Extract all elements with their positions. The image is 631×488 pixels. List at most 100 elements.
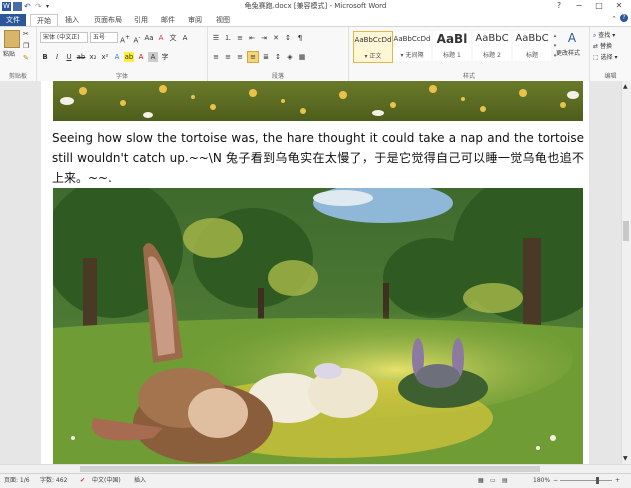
copy-icon[interactable]: ❐ bbox=[23, 42, 29, 50]
select-icon: ⬚ bbox=[593, 54, 599, 61]
tab-references[interactable]: 引用 bbox=[128, 14, 154, 26]
hscroll-thumb[interactable] bbox=[80, 466, 540, 472]
align-left-icon[interactable]: ≡ bbox=[211, 52, 221, 62]
style-heading-2-label: 标题 2 bbox=[483, 52, 501, 59]
tab-view[interactable]: 视图 bbox=[210, 14, 236, 26]
clipboard-group: 粘贴 ✂ ❐ ✎ 剪贴板 bbox=[0, 27, 37, 81]
shrink-font-icon[interactable]: A- bbox=[132, 33, 142, 44]
insert-mode[interactable]: 插入 bbox=[134, 474, 146, 487]
zoom-out-icon[interactable]: − bbox=[553, 474, 558, 487]
show-marks-icon[interactable]: ¶ bbox=[295, 33, 305, 43]
close-button[interactable]: ✕ bbox=[609, 0, 629, 11]
style-no-spacing-label: ▾ 无间隔 bbox=[400, 52, 424, 59]
minimize-button[interactable]: − bbox=[569, 0, 589, 11]
story-paragraph[interactable]: Seeing how slow the tortoise was, the ha… bbox=[52, 128, 584, 188]
style-heading-2-preview: AaBbC bbox=[475, 33, 509, 44]
phonetic-guide-icon[interactable]: 文 bbox=[168, 33, 178, 43]
chinese-layout-icon[interactable]: ✕ bbox=[271, 33, 281, 43]
bold-icon[interactable]: B bbox=[40, 52, 50, 62]
strikethrough-icon[interactable]: ab bbox=[76, 52, 86, 62]
style-heading-2[interactable]: AaBbC 标题 2 bbox=[473, 31, 511, 61]
increase-indent-icon[interactable]: ⇥ bbox=[259, 33, 269, 43]
style-no-spacing-preview: AaBbCcDd bbox=[393, 35, 431, 43]
tab-page-layout[interactable]: 页面布局 bbox=[88, 14, 128, 26]
style-heading-1[interactable]: AaBl 标题 1 bbox=[433, 31, 471, 61]
style-no-spacing[interactable]: AaBbCcDd ▾ 无间隔 bbox=[393, 31, 431, 61]
underline-icon[interactable]: U bbox=[64, 52, 74, 62]
word-count[interactable]: 字数: 462 bbox=[40, 474, 67, 487]
styles-group-label: 样式 bbox=[462, 73, 475, 80]
grow-font-icon[interactable]: A+ bbox=[120, 33, 130, 44]
help-icon[interactable]: ? bbox=[620, 14, 628, 22]
font-size-select[interactable]: 五号 bbox=[90, 32, 118, 43]
zoom-slider[interactable] bbox=[560, 480, 612, 481]
print-layout-icon[interactable]: ▦ bbox=[478, 474, 484, 487]
language-indicator[interactable]: 中文(中国) bbox=[92, 474, 121, 487]
tab-review[interactable]: 审阅 bbox=[182, 14, 208, 26]
decrease-indent-icon[interactable]: ⇤ bbox=[247, 33, 257, 43]
sort-icon[interactable]: ↕ bbox=[283, 33, 293, 43]
distributed-icon[interactable]: ≣ bbox=[261, 52, 271, 62]
style-title[interactable]: AaBbC 标题 bbox=[513, 31, 551, 61]
editing-group: ⌕ 查找 ▾ ⇄ 替换 ⬚ 选择 ▾ 编辑 bbox=[590, 27, 631, 81]
borders-icon[interactable]: ▦ bbox=[297, 52, 307, 62]
style-title-preview: AaBbC bbox=[515, 33, 549, 44]
font-name-select[interactable]: 宋体 (中文正) bbox=[40, 32, 88, 43]
italic-icon[interactable]: I bbox=[52, 52, 62, 62]
flower-field-image[interactable] bbox=[53, 81, 583, 121]
maximize-button[interactable]: □ bbox=[589, 0, 609, 11]
document-page[interactable]: Seeing how slow the tortoise was, the ha… bbox=[41, 81, 589, 464]
sleeping-hare-illustration[interactable] bbox=[53, 188, 583, 464]
multilevel-list-icon[interactable]: ≡ bbox=[235, 33, 245, 43]
select-button[interactable]: ⬚ 选择 ▾ bbox=[593, 52, 618, 61]
numbering-icon[interactable]: ⒈ bbox=[223, 33, 233, 43]
align-center-icon[interactable]: ≡ bbox=[223, 52, 233, 62]
replace-button[interactable]: ⇄ 替换 bbox=[593, 41, 612, 50]
change-styles-label[interactable]: 更改样式 bbox=[556, 48, 580, 57]
document-area[interactable]: Seeing how slow the tortoise was, the ha… bbox=[0, 81, 631, 464]
replace-label: 替换 bbox=[599, 43, 612, 50]
line-spacing-icon[interactable]: ↕ bbox=[273, 52, 283, 62]
cut-icon[interactable]: ✂ bbox=[23, 30, 29, 38]
justify-icon[interactable]: ≡ bbox=[247, 50, 259, 63]
font-color-icon[interactable]: A bbox=[136, 52, 146, 62]
scroll-thumb[interactable] bbox=[623, 221, 629, 241]
full-screen-icon[interactable]: ▭ bbox=[490, 474, 496, 487]
minimize-ribbon-icon[interactable]: ⌃ bbox=[611, 15, 617, 23]
style-normal[interactable]: AaBbCcDd ▾ 正文 bbox=[353, 31, 393, 63]
tab-mailings[interactable]: 邮件 bbox=[155, 14, 181, 26]
zoom-slider-thumb[interactable] bbox=[596, 477, 599, 484]
paste-button-label[interactable]: 粘贴 bbox=[3, 49, 15, 58]
change-case-icon[interactable]: Aa bbox=[144, 33, 154, 43]
enclose-characters-icon[interactable]: 字 bbox=[160, 52, 170, 62]
page-indicator[interactable]: 页面: 1/6 bbox=[4, 474, 30, 487]
clear-formatting-icon[interactable]: A bbox=[156, 33, 166, 43]
proofing-icon[interactable]: ✔ bbox=[80, 474, 85, 487]
help-button[interactable]: ? bbox=[549, 0, 569, 11]
bullets-icon[interactable]: ☰ bbox=[211, 33, 221, 43]
highlight-icon[interactable]: ab bbox=[124, 51, 134, 62]
zoom-in-icon[interactable]: + bbox=[615, 474, 620, 487]
scroll-up-icon[interactable]: ▲ bbox=[623, 83, 628, 90]
character-shading-icon[interactable]: A bbox=[148, 51, 158, 62]
window-title: 龟兔赛跑.docx [兼容模式] - Microsoft Word bbox=[244, 2, 387, 10]
replace-icon: ⇄ bbox=[593, 43, 599, 50]
zoom-level[interactable]: 180% bbox=[533, 474, 550, 487]
vertical-scrollbar[interactable]: ▲ ▼ bbox=[621, 81, 631, 464]
align-right-icon[interactable]: ≡ bbox=[235, 52, 245, 62]
find-label: 查找 ▾ bbox=[598, 32, 616, 39]
web-layout-icon[interactable]: ▤ bbox=[502, 474, 508, 487]
superscript-icon[interactable]: x² bbox=[100, 52, 110, 62]
scroll-down-icon[interactable]: ▼ bbox=[623, 455, 628, 462]
character-border-icon[interactable]: A bbox=[180, 33, 190, 43]
format-painter-icon[interactable]: ✎ bbox=[23, 54, 29, 62]
subscript-icon[interactable]: x₂ bbox=[88, 52, 98, 62]
tab-file[interactable]: 文件 bbox=[0, 14, 26, 26]
find-button[interactable]: ⌕ 查找 ▾ bbox=[593, 30, 615, 40]
shading-icon[interactable]: ◈ bbox=[285, 52, 295, 62]
change-styles-icon[interactable]: A bbox=[561, 31, 583, 45]
ribbon: 粘贴 ✂ ❐ ✎ 剪贴板 宋体 (中文正) 五号 A+ A- Aa A 文 A … bbox=[0, 26, 631, 82]
text-effects-icon[interactable]: A bbox=[112, 52, 122, 62]
paste-icon[interactable] bbox=[4, 30, 20, 48]
tab-insert[interactable]: 插入 bbox=[59, 14, 85, 26]
